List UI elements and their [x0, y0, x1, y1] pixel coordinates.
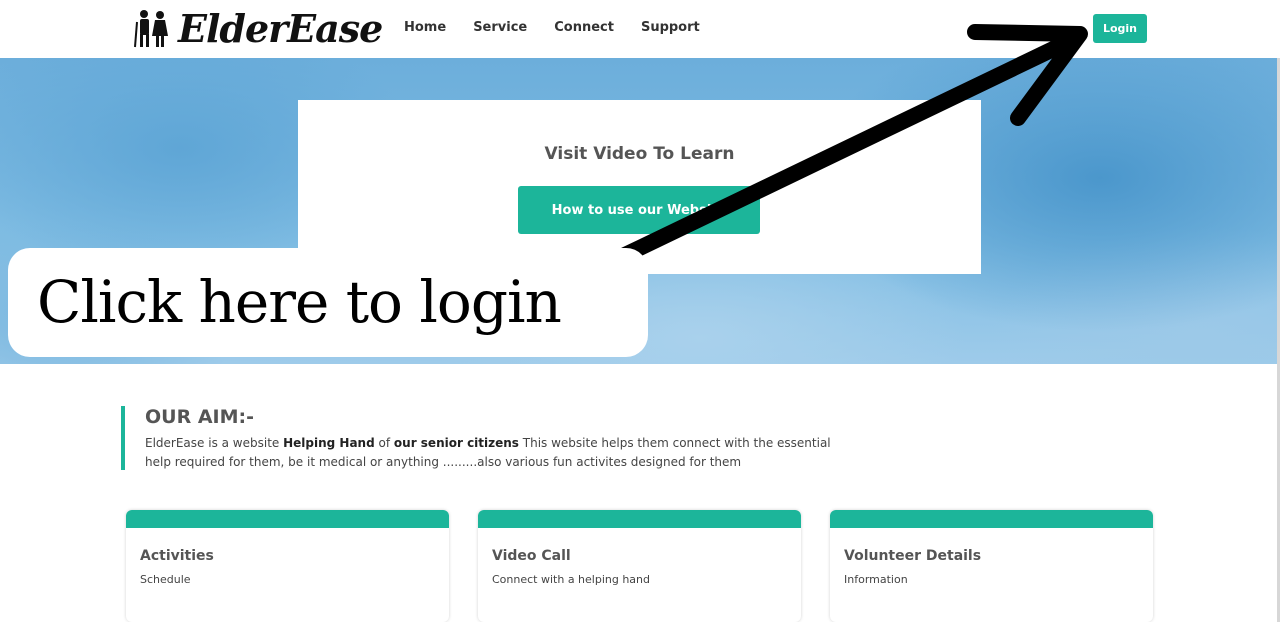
hero-title: Visit Video To Learn [544, 144, 735, 164]
card-activities[interactable]: Activities Schedule [126, 510, 449, 622]
card-volunteer-details[interactable]: Volunteer Details Information [830, 510, 1153, 622]
elderly-couple-icon [134, 10, 168, 48]
nav-home[interactable]: Home [404, 20, 446, 35]
card-subtitle: Connect with a helping hand [492, 573, 651, 586]
main-nav: Home Service Connect Support [404, 20, 700, 35]
card-video-call[interactable]: Video Call Connect with a helping hand [478, 510, 801, 622]
nav-service[interactable]: Service [473, 20, 527, 35]
how-to-use-button[interactable]: How to use our Website [518, 186, 760, 234]
nav-support[interactable]: Support [641, 20, 700, 35]
login-button[interactable]: Login [1093, 14, 1147, 43]
card-accent-bar [478, 510, 801, 528]
aim-section: OUR AIM:- ElderEase is a website Helping… [121, 406, 841, 470]
card-title: Volunteer Details [844, 548, 982, 564]
card-accent-bar [830, 510, 1153, 528]
card-title: Activities [140, 548, 214, 564]
brand-name: ElderEase [178, 6, 383, 51]
brand-logo[interactable]: ElderEase [132, 6, 383, 52]
annotation-text: Click here to login [37, 268, 562, 336]
card-subtitle: Information [844, 573, 908, 586]
aim-description: ElderEase is a website Helping Hand of o… [145, 436, 831, 469]
annotation-callout: Click here to login [8, 248, 648, 357]
navbar: ElderEase Home Service Connect Support L… [0, 0, 1280, 58]
card-title: Video Call [492, 548, 571, 564]
card-accent-bar [126, 510, 449, 528]
card-subtitle: Schedule [140, 573, 191, 586]
nav-connect[interactable]: Connect [554, 20, 614, 35]
aim-title: OUR AIM:- [145, 406, 254, 428]
